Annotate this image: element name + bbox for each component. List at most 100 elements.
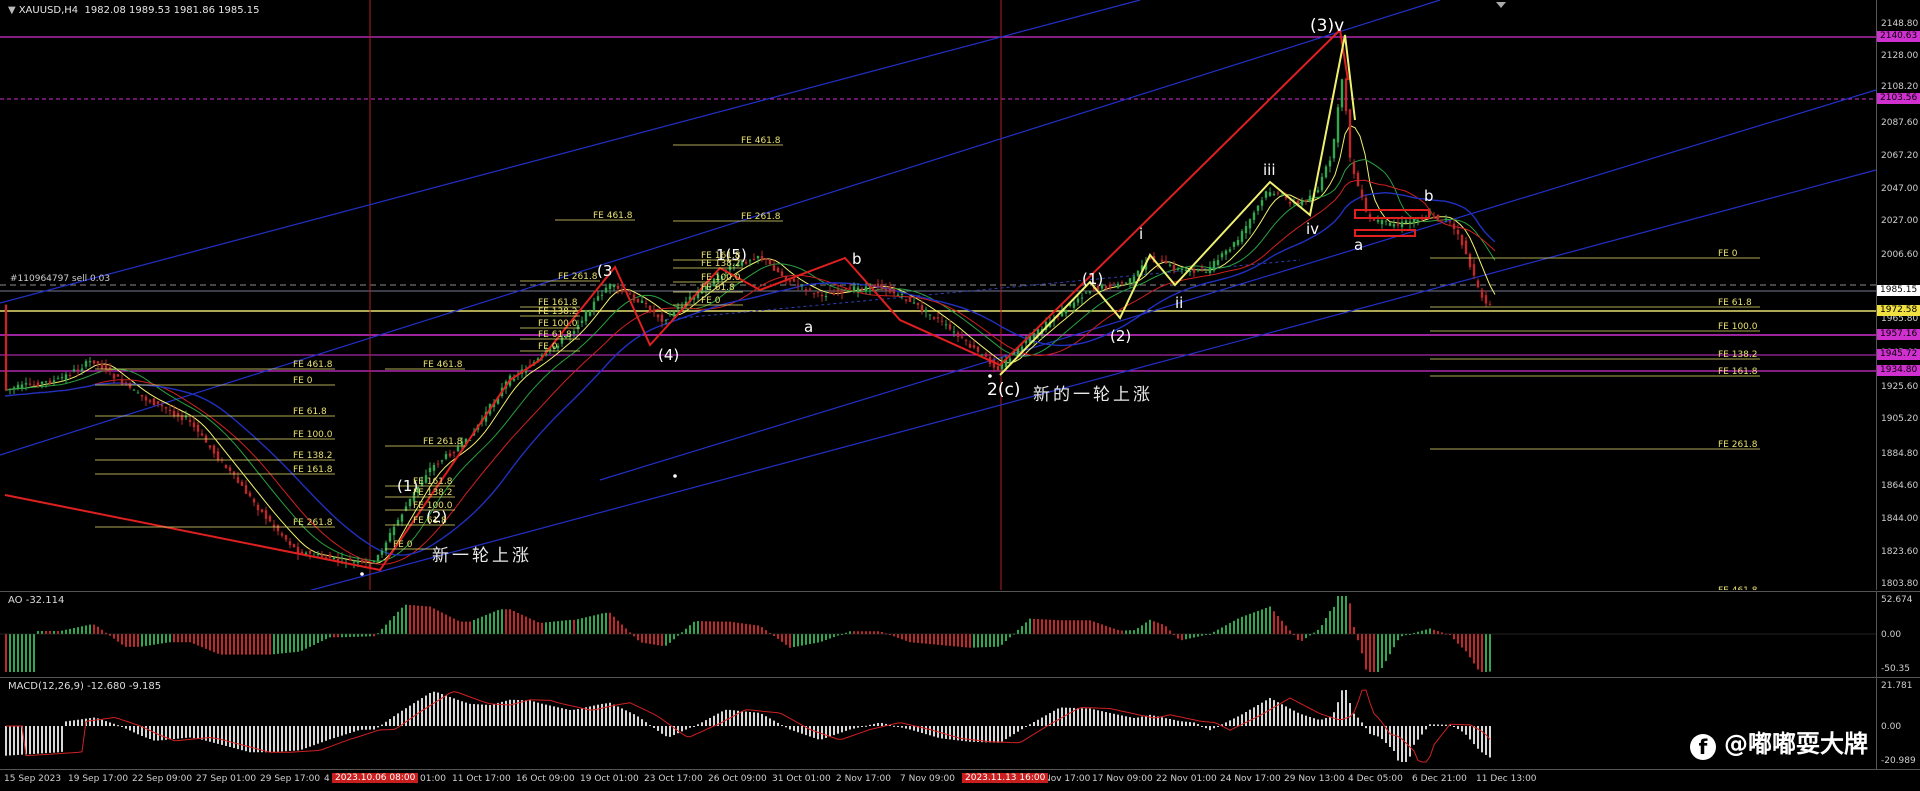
macd-bar <box>1289 708 1291 726</box>
candle-body <box>168 409 172 411</box>
ao-bar <box>945 634 947 646</box>
ao-bar <box>249 634 251 655</box>
price-axis[interactable]: 2148.80 2128.00 2108.20 2087.60 2067.20 2047.… <box>1877 0 1920 590</box>
price-level-tag: 1945.72 <box>1877 349 1920 360</box>
candle-body <box>976 346 980 352</box>
candle-body <box>824 296 828 298</box>
ao-bar <box>965 634 967 648</box>
ao-bar <box>293 634 295 653</box>
candle-body <box>1404 220 1408 224</box>
macd-bar <box>865 725 867 727</box>
fe-level-label: FE 100.0 <box>413 501 453 511</box>
candle-body <box>1412 219 1416 224</box>
macd-bar <box>105 721 107 726</box>
time-tick: 16 Oct 09:00 <box>516 774 575 784</box>
fe-level-label: FE 0 <box>701 296 721 306</box>
macd-bar <box>553 706 555 726</box>
watermark: f @嘟嘟耍大牌 <box>1690 724 1868 760</box>
ao-bar <box>53 631 55 634</box>
ao-bar <box>45 631 47 634</box>
macd-bar <box>541 703 543 726</box>
macd-bar <box>125 726 127 729</box>
macd-bar <box>557 707 559 726</box>
macd-bar <box>169 726 171 740</box>
ao-bar <box>509 609 511 634</box>
candle-body <box>940 320 944 322</box>
scroll-marker-icon[interactable] <box>1496 2 1506 8</box>
candle-body <box>980 354 984 356</box>
macd-bar <box>1425 726 1427 730</box>
macd-bar <box>1233 718 1235 726</box>
candle-body <box>116 374 120 377</box>
ao-bar <box>1077 620 1079 634</box>
ao-bar <box>397 611 399 634</box>
ao-bar <box>337 634 339 638</box>
ao-bar <box>609 612 611 634</box>
ao-bar <box>1089 620 1091 634</box>
ao-bar <box>425 606 427 634</box>
macd-bar <box>1465 726 1467 735</box>
ao-bar <box>893 634 895 637</box>
candle-body <box>1464 240 1468 255</box>
fe-level-label: FE 261.8 <box>1718 440 1758 450</box>
candle-body <box>1316 190 1320 193</box>
macd-bar <box>1137 717 1139 726</box>
candle-body <box>428 467 432 473</box>
ao-bar <box>501 609 503 634</box>
candle-body <box>876 283 880 287</box>
candle-body <box>1256 205 1260 211</box>
macd-bar <box>653 726 655 728</box>
macd-bar <box>793 726 795 731</box>
ao-indicator-pane[interactable]: AO -32.114 <box>0 591 1877 677</box>
ao-bar <box>297 634 299 652</box>
candle-body <box>1244 226 1248 234</box>
macd-bar <box>177 726 179 739</box>
ao-bar <box>1269 606 1271 634</box>
macd-bar <box>869 724 871 726</box>
order-line-label[interactable]: #110964797 sell 0.03 <box>10 274 110 284</box>
ao-bar <box>1125 630 1127 634</box>
candle-body <box>1076 298 1080 303</box>
macd-bar <box>73 720 75 726</box>
ao-bar <box>1197 634 1199 637</box>
ao-bar <box>193 634 195 644</box>
macd-bar <box>1313 718 1315 726</box>
ao-bar <box>1169 630 1171 634</box>
time-tick: 11 Oct 17:00 <box>452 774 511 784</box>
candle-body <box>16 384 20 389</box>
macd-bar <box>465 702 467 726</box>
candle-body <box>768 260 772 265</box>
macd-bar <box>1077 708 1079 726</box>
ao-bar <box>273 634 275 655</box>
ao-bar <box>565 620 567 634</box>
price-chart-canvas[interactable] <box>0 0 1876 590</box>
fe-level-label: FE 161.8 <box>413 477 453 487</box>
price-level-tag: 2103.56 <box>1877 93 1920 104</box>
candle-body <box>1308 195 1312 202</box>
macd-bar <box>181 726 183 739</box>
candle-body <box>208 445 212 448</box>
main-chart-pane[interactable]: ▼ XAUUSD,H4 1982.08 1989.53 1981.86 1985.… <box>0 0 1877 590</box>
collapse-triangle-icon[interactable]: ▼ <box>8 5 16 16</box>
candle-body <box>1348 109 1352 158</box>
fe-level-label: FE 100.0 <box>701 273 741 283</box>
candle-body <box>1204 271 1208 273</box>
macd-indicator-pane[interactable]: MACD(12,26,9) -12.680 -9.185 <box>0 677 1877 770</box>
ao-bar <box>1361 634 1363 654</box>
macd-bar <box>837 726 839 734</box>
ao-bar <box>561 620 563 634</box>
candle-body <box>1104 286 1108 289</box>
macd-bar <box>357 726 359 731</box>
channel-line <box>0 0 1441 456</box>
macd-bar <box>1321 719 1323 726</box>
ao-bar <box>265 634 267 655</box>
ao-tick-top: 52.674 <box>1881 595 1913 605</box>
candle-body <box>1452 223 1456 230</box>
facebook-icon: f <box>1690 734 1716 760</box>
ao-bar <box>665 634 667 646</box>
candle-body <box>1128 278 1132 284</box>
candle-body <box>1356 172 1360 187</box>
time-axis[interactable]: 15 Sep 2023 19 Sep 17:00 22 Sep 09:00 27 Se… <box>0 769 1920 791</box>
candle-body <box>164 407 168 409</box>
macd-bar <box>1173 719 1175 726</box>
